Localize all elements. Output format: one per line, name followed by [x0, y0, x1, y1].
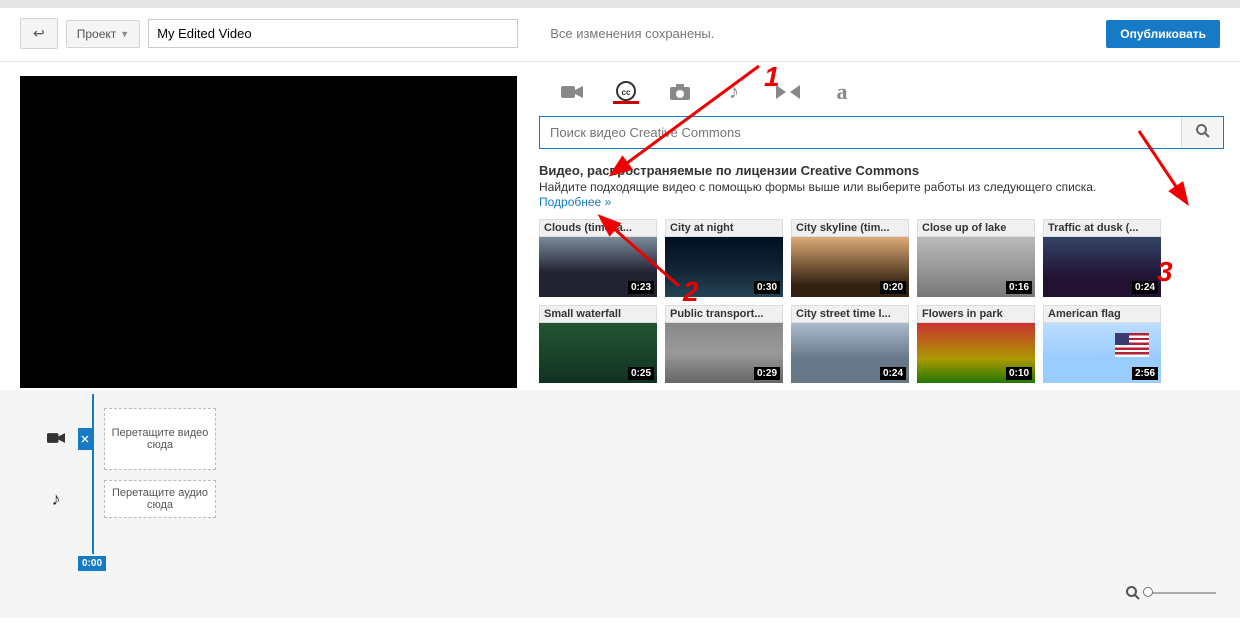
thumbnail-image: 2:56 [1043, 323, 1161, 383]
thumbnail-title: City street time l... [791, 305, 909, 323]
thumbnail-image: 0:30 [665, 237, 783, 297]
thumbnail-title: City at night [665, 219, 783, 237]
playhead-line[interactable] [92, 394, 94, 554]
audio-dropzone[interactable]: Перетащите аудио сюда [104, 480, 216, 518]
thumbnail-duration: 0:25 [628, 367, 654, 380]
svg-text:cc: cc [622, 88, 631, 97]
thumbnail-image: 0:10 [917, 323, 1035, 383]
video-thumbnail[interactable]: Public transport... 0:29 [665, 305, 783, 383]
cc-description: Найдите подходящие видео с помощью формы… [539, 180, 1212, 194]
thumbnails-grid: Clouds (time la...0:23City at night0:30C… [539, 219, 1212, 387]
cc-icon: cc [616, 81, 636, 101]
tab-titles[interactable]: a [829, 80, 855, 104]
thumbnail-duration: 0:10 [1006, 367, 1032, 380]
thumbnail-title: Clouds (time la... [539, 219, 657, 237]
dropdown-caret-icon: ▼ [120, 29, 129, 39]
thumbnail-image: 0:25 [539, 323, 657, 383]
music-note-icon: ♪ [729, 81, 739, 104]
video-thumbnail[interactable]: City at night 0:30 [665, 219, 783, 297]
text-icon: a [837, 79, 848, 105]
video-thumbnail[interactable]: Flowers in park 0:10 [917, 305, 1035, 383]
video-thumbnail[interactable]: Clouds (time la... 0:23 [539, 219, 657, 297]
video-track: Перетащите видео сюда [46, 408, 1220, 470]
video-camera-icon [561, 84, 583, 100]
search-icon [1196, 124, 1210, 138]
tab-audio[interactable]: ♪ [721, 80, 747, 104]
zoom-knob[interactable] [1143, 587, 1153, 597]
video-thumbnail[interactable]: Small waterfall 0:25 [539, 305, 657, 383]
thumbnail-image: 0:29 [665, 323, 783, 383]
thumbnail-duration: 0:23 [628, 281, 654, 294]
cc-more-link[interactable]: Подробнее » [539, 195, 611, 209]
thumbnail-title: American flag [1043, 305, 1161, 323]
search-input[interactable] [540, 117, 1181, 148]
project-label: Проект [77, 27, 117, 41]
music-note-icon: ♪ [46, 489, 66, 510]
tab-transitions[interactable] [775, 80, 801, 104]
playhead-handle[interactable] [78, 428, 92, 450]
thumbnail-image: 0:24 [1043, 237, 1161, 297]
tab-creative-commons[interactable]: cc [613, 80, 639, 104]
transition-icon [776, 85, 800, 99]
video-thumbnail[interactable]: Traffic at dusk (... 0:24 [1043, 219, 1161, 297]
thumbnail-image: 0:24 [791, 323, 909, 383]
thumbnail-title: Traffic at dusk (... [1043, 219, 1161, 237]
video-preview[interactable] [20, 76, 517, 388]
cc-results[interactable]: Видео, распространяемые по лицензии Crea… [539, 163, 1224, 387]
search-row [539, 116, 1224, 149]
tab-my-videos[interactable] [559, 80, 585, 104]
thumbnail-duration: 0:24 [1132, 281, 1158, 294]
thumbnail-title: Flowers in park [917, 305, 1035, 323]
thumbnail-duration: 0:16 [1006, 281, 1032, 294]
thumbnail-title: Public transport... [665, 305, 783, 323]
thumbnail-duration: 0:24 [880, 367, 906, 380]
thumbnail-title: City skyline (tim... [791, 219, 909, 237]
video-thumbnail[interactable]: American flag 2:56 [1043, 305, 1161, 383]
publish-button[interactable]: Опубликовать [1106, 20, 1220, 48]
timeline: Перетащите видео сюда ♪ Перетащите аудио… [0, 390, 1240, 618]
back-button[interactable]: ↩ [20, 18, 58, 49]
thumbnail-duration: 0:29 [754, 367, 780, 380]
thumbnail-duration: 2:56 [1132, 367, 1158, 380]
tab-photos[interactable] [667, 80, 693, 104]
header-bar: ↩ Проект▼ Все изменения сохранены. Опубл… [0, 8, 1240, 62]
search-button[interactable] [1181, 117, 1223, 148]
thumbnail-image: 0:16 [917, 237, 1035, 297]
video-dropzone[interactable]: Перетащите видео сюда [104, 408, 216, 470]
thumbnail-image: 0:20 [791, 237, 909, 297]
video-thumbnail[interactable]: City skyline (tim... 0:20 [791, 219, 909, 297]
playhead-time: 0:00 [78, 556, 106, 571]
video-camera-icon [46, 429, 66, 450]
video-thumbnail[interactable]: City street time l... 0:24 [791, 305, 909, 383]
save-status: Все изменения сохранены. [550, 26, 714, 41]
video-thumbnail[interactable]: Close up of lake 0:16 [917, 219, 1035, 297]
project-menu[interactable]: Проект▼ [66, 20, 140, 48]
cc-title: Видео, распространяемые по лицензии Crea… [539, 163, 1212, 178]
camera-icon [669, 83, 691, 101]
thumbnail-duration: 0:20 [880, 281, 906, 294]
zoom-icon [1126, 586, 1140, 600]
zoom-control[interactable] [1126, 586, 1216, 600]
audio-track: ♪ Перетащите аудио сюда [46, 480, 1220, 518]
source-tabs: cc ♪ a [539, 76, 1224, 110]
thumbnail-title: Close up of lake [917, 219, 1035, 237]
thumbnail-image: 0:23 [539, 237, 657, 297]
video-title-input[interactable] [148, 19, 518, 48]
zoom-slider[interactable] [1146, 592, 1216, 594]
thumbnail-title: Small waterfall [539, 305, 657, 323]
thumbnail-duration: 0:30 [754, 281, 780, 294]
